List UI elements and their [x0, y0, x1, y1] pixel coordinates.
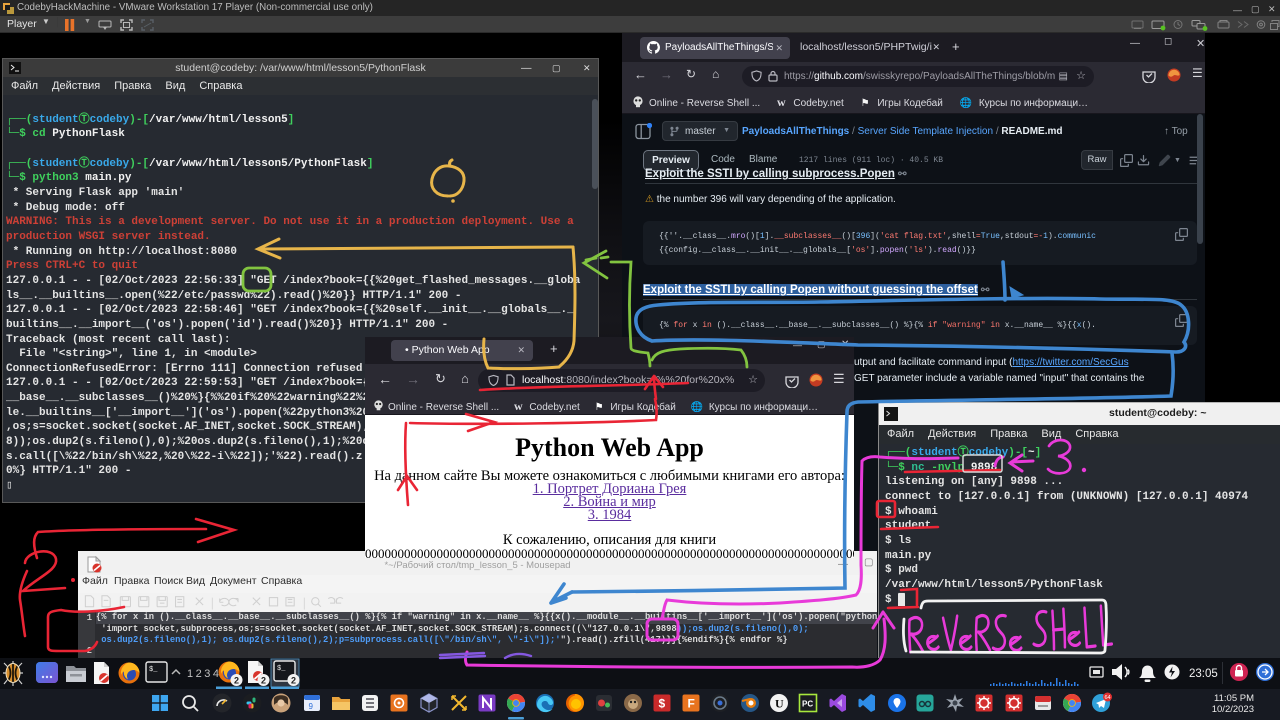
svg-text:9: 9: [309, 702, 314, 711]
svg-text:$_: $_: [277, 665, 286, 673]
svg-text:64: 64: [1105, 695, 1111, 701]
svg-text:2: 2: [261, 676, 266, 686]
svg-text:2: 2: [234, 676, 239, 686]
svg-text:2: 2: [291, 676, 296, 686]
svg-text:1234: 1234: [187, 668, 221, 680]
svg-text:23:05: 23:05: [1189, 668, 1218, 680]
svg-text:PC: PC: [802, 700, 813, 709]
svg-text:$: $: [659, 697, 666, 711]
svg-text:$_: $_: [149, 666, 158, 674]
svg-text:F: F: [688, 697, 695, 711]
svg-text:U: U: [775, 697, 784, 711]
